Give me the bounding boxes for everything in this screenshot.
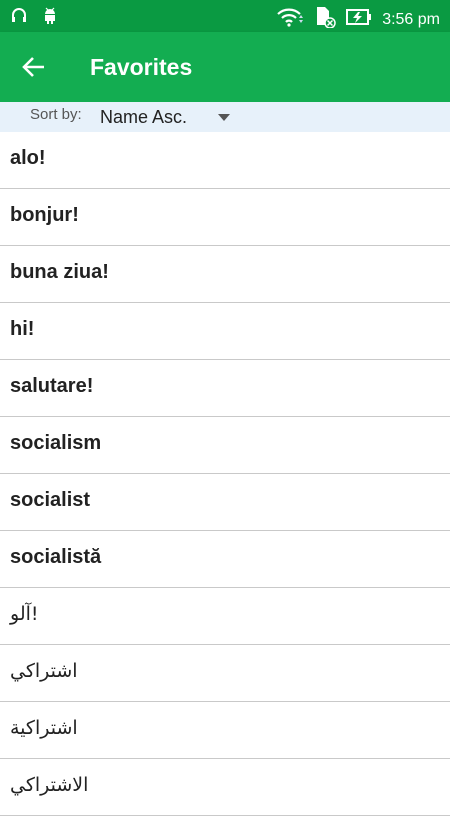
list-item[interactable]: آلو! [0,588,450,645]
list-item-label: salutare! [10,375,94,397]
battery-charging-icon [346,8,372,31]
list-item[interactable]: socialist [0,474,450,531]
list-item-label: alo! [10,147,46,169]
sort-dropdown[interactable]: Name Asc. [98,104,238,130]
sort-label: Sort by: [30,106,82,123]
list-item-label: socialist [10,489,91,511]
list-item[interactable]: socialism [0,417,450,474]
sort-selected-value: Name Asc. [100,107,188,127]
list-item-label: الاشتراكي [10,774,89,796]
list-item[interactable]: اشتراكية [0,702,450,759]
list-item-label: bonjur! [10,204,79,226]
favorites-list: alo! bonjur! buna ziua! hi! salutare! so… [0,132,450,816]
list-item-label: socialistă [10,546,102,568]
list-item-label: socialism [10,432,102,454]
list-item[interactable]: salutare! [0,360,450,417]
list-item[interactable]: buna ziua! [0,246,450,303]
list-item[interactable]: bonjur! [0,189,450,246]
list-item-label: buna ziua! [10,261,109,283]
page-title: Favorites [90,54,193,80]
list-item-label: اشتراكي [10,660,78,682]
list-item[interactable]: اشتراكي [0,645,450,702]
app-bar: Favorites [0,32,450,102]
list-item-label: hi! [10,318,35,340]
sd-card-icon [314,6,336,33]
list-item[interactable]: socialistă [0,531,450,588]
status-bar: 3:56 pm [0,0,450,32]
wifi-icon [276,7,304,32]
list-item-label: آلو! [10,603,39,625]
list-item[interactable]: الاشتراكي [0,759,450,816]
arrow-left-icon [22,57,44,77]
back-button[interactable] [20,53,48,81]
clock-time: 3:56 pm [382,10,440,28]
android-icon [42,6,58,29]
chevron-down-icon [218,114,230,121]
list-item[interactable]: hi! [0,303,450,360]
list-item[interactable]: alo! [0,132,450,189]
list-item-label: اشتراكية [10,717,78,739]
sort-bar: Sort by: Name Asc. [0,102,450,133]
headphones-icon [10,6,28,29]
